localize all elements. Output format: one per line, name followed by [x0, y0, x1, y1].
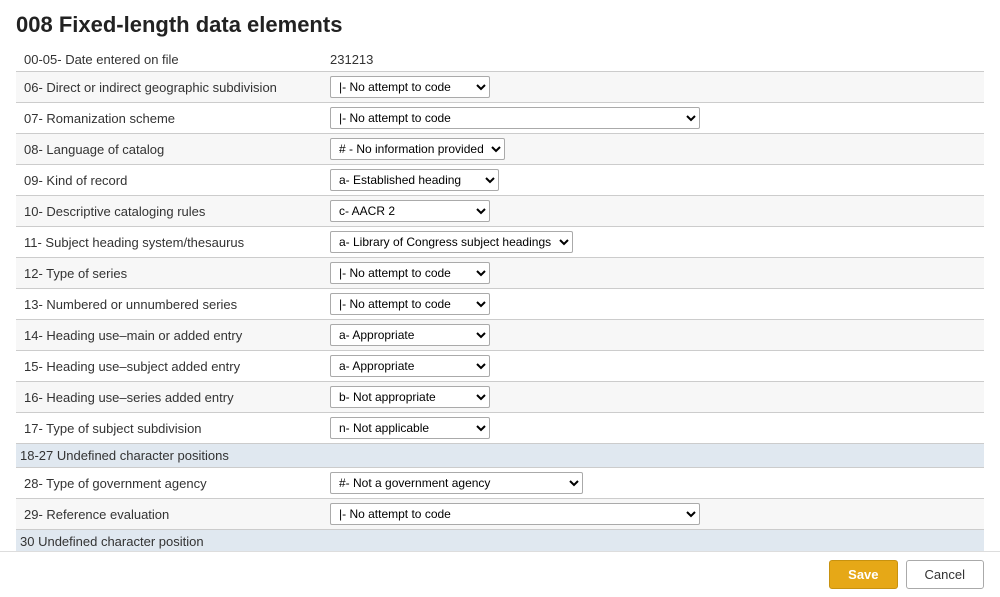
field-value-29[interactable]: |- No attempt to codea- Tracings are con…: [326, 499, 984, 530]
field-text-00-05: 231213: [330, 52, 373, 67]
footer: Save Cancel: [0, 551, 1000, 597]
field-select-10[interactable]: c- AACR 2a- Earlier rulesb- AACR 1d- AAC…: [330, 200, 490, 222]
field-label-13: 13- Numbered or unnumbered series: [16, 289, 326, 320]
field-value-09[interactable]: a- Established headingb- Traced referenc…: [326, 165, 984, 196]
page-title: 008 Fixed-length data elements: [0, 0, 1000, 48]
field-value-00-05: 231213: [326, 48, 984, 72]
field-label-14: 14- Heading use–main or added entry: [16, 320, 326, 351]
field-select-08[interactable]: # - No information providede- Englishf- …: [330, 138, 505, 160]
field-label-15: 15- Heading use–subject added entry: [16, 351, 326, 382]
field-label-11: 11- Subject heading system/thesaurus: [16, 227, 326, 258]
field-value-11[interactable]: a- Library of Congress subject headingsb…: [326, 227, 984, 258]
field-label-06: 06- Direct or indirect geographic subdiv…: [16, 72, 326, 103]
field-select-14[interactable]: a- Appropriateb- Not appropriate: [330, 324, 490, 346]
field-label-17: 17- Type of subject subdivision: [16, 413, 326, 444]
field-value-07[interactable]: |- No attempt to codea- Basic Romanb- Ex…: [326, 103, 984, 134]
table-row: 11- Subject heading system/thesaurusa- L…: [16, 227, 984, 258]
table-row: 28- Type of government agency#- Not a go…: [16, 468, 984, 499]
section-header-18-27: 18-27 Undefined character positions: [16, 444, 984, 468]
field-select-17[interactable]: n- Not applicablea- Topicalb- Formc- Chr…: [330, 417, 490, 439]
section-header-30: 30 Undefined character position: [16, 530, 984, 552]
field-label-10: 10- Descriptive cataloging rules: [16, 196, 326, 227]
table-row: 00-05- Date entered on file 231213: [16, 48, 984, 72]
table-row: 10- Descriptive cataloging rulesc- AACR …: [16, 196, 984, 227]
table-row: 06- Direct or indirect geographic subdiv…: [16, 72, 984, 103]
field-select-09[interactable]: a- Established headingb- Traced referenc…: [330, 169, 499, 191]
field-select-28[interactable]: #- Not a government agencya- Internation…: [330, 472, 583, 494]
field-value-10[interactable]: c- AACR 2a- Earlier rulesb- AACR 1d- AAC…: [326, 196, 984, 227]
field-label-07: 07- Romanization scheme: [16, 103, 326, 134]
field-label-16: 16- Heading use–series added entry: [16, 382, 326, 413]
table-row: 07- Romanization scheme|- No attempt to …: [16, 103, 984, 134]
field-value-15[interactable]: a- Appropriateb- Not appropriate: [326, 351, 984, 382]
table-row: 08- Language of catalog# - No informatio…: [16, 134, 984, 165]
fields-table-container: 00-05- Date entered on file 231213 06- Dir…: [0, 48, 1000, 551]
field-select-06[interactable]: |- No attempt to codea- Indirect subdivi…: [330, 76, 490, 98]
table-row: 30 Undefined character position: [16, 530, 984, 552]
field-select-29[interactable]: |- No attempt to codea- Tracings are con…: [330, 503, 700, 525]
cancel-button[interactable]: Cancel: [906, 560, 984, 589]
table-row: 17- Type of subject subdivisionn- Not ap…: [16, 413, 984, 444]
table-row: 29- Reference evaluation|- No attempt to…: [16, 499, 984, 530]
field-label-12: 12- Type of series: [16, 258, 326, 289]
field-select-16[interactable]: a- Appropriateb- Not appropriate: [330, 386, 490, 408]
field-value-16[interactable]: a- Appropriateb- Not appropriate: [326, 382, 984, 413]
field-label-28: 28- Type of government agency: [16, 468, 326, 499]
field-value-08[interactable]: # - No information providede- Englishf- …: [326, 134, 984, 165]
field-select-15[interactable]: a- Appropriateb- Not appropriate: [330, 355, 490, 377]
field-value-12[interactable]: |- No attempt to codea- Monographic seri…: [326, 258, 984, 289]
field-select-13[interactable]: |- No attempt to codea- Numberedb- Unnum…: [330, 293, 490, 315]
field-select-12[interactable]: |- No attempt to codea- Monographic seri…: [330, 262, 490, 284]
table-row: 13- Numbered or unnumbered series|- No a…: [16, 289, 984, 320]
field-select-11[interactable]: a- Library of Congress subject headingsb…: [330, 231, 573, 253]
field-select-07[interactable]: |- No attempt to codea- Basic Romanb- Ex…: [330, 107, 700, 129]
table-row: 14- Heading use–main or added entrya- Ap…: [16, 320, 984, 351]
table-row: 09- Kind of recorda- Established heading…: [16, 165, 984, 196]
fields-table: 00-05- Date entered on file 231213 06- Dir…: [16, 48, 984, 551]
field-label-08: 08- Language of catalog: [16, 134, 326, 165]
field-value-14[interactable]: a- Appropriateb- Not appropriate: [326, 320, 984, 351]
field-value-13[interactable]: |- No attempt to codea- Numberedb- Unnum…: [326, 289, 984, 320]
table-row: 12- Type of series|- No attempt to codea…: [16, 258, 984, 289]
field-value-17[interactable]: n- Not applicablea- Topicalb- Formc- Chr…: [326, 413, 984, 444]
table-row: 16- Heading use–series added entrya- App…: [16, 382, 984, 413]
field-label-09: 09- Kind of record: [16, 165, 326, 196]
table-row: 18-27 Undefined character positions: [16, 444, 984, 468]
table-row: 15- Heading use–subject added entrya- Ap…: [16, 351, 984, 382]
field-label-29: 29- Reference evaluation: [16, 499, 326, 530]
field-value-28[interactable]: #- Not a government agencya- Internation…: [326, 468, 984, 499]
field-label-00-05: 00-05- Date entered on file: [16, 48, 326, 72]
field-value-06[interactable]: |- No attempt to codea- Indirect subdivi…: [326, 72, 984, 103]
save-button[interactable]: Save: [829, 560, 897, 589]
